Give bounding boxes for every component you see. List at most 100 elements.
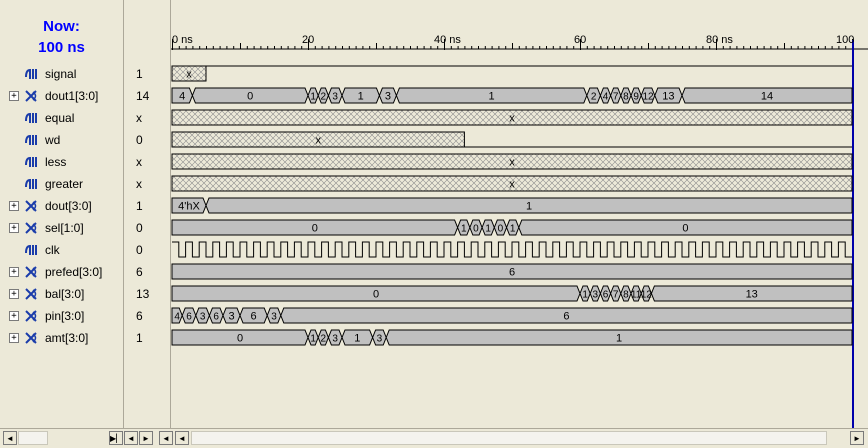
signal-name: pin[3:0]: [45, 309, 85, 323]
scroll-left-icon[interactable]: ◄: [124, 431, 138, 445]
signal-name: amt[3:0]: [45, 331, 89, 345]
scroll-right-icon[interactable]: ►: [850, 431, 864, 445]
expand-icon[interactable]: +: [9, 223, 19, 233]
waveform-dout1[interactable]: 4 0 1 2 3 1 3 1 2 4 7 8 9 12 13 14: [171, 87, 853, 104]
bus-segment-label: 2: [321, 92, 327, 103]
bus-segment-label: 3: [200, 312, 206, 323]
expand-icon[interactable]: +: [9, 289, 19, 299]
signal-row-wd[interactable]: wd: [0, 129, 123, 151]
bus-segment-label: 14: [761, 91, 773, 103]
signal-value-cell: x: [124, 151, 170, 173]
bus-segment-label: 6: [186, 312, 192, 323]
waveform-label: x: [509, 179, 515, 191]
bus-segment-label: 3: [228, 311, 234, 323]
waveform-bal[interactable]: 0 1 3 6 7 8 11 12 13: [171, 285, 853, 302]
signal-row-prefed[interactable]: + prefed[3:0]: [0, 261, 123, 283]
bus-signal-icon: [25, 90, 37, 102]
ruler-label: 0 ns: [172, 34, 193, 46]
expand-icon[interactable]: +: [9, 333, 19, 343]
waveform-sel[interactable]: 0101010: [171, 219, 853, 236]
bit-signal-icon: [25, 68, 37, 79]
signal-row-amt[interactable]: + amt[3:0]: [0, 327, 123, 349]
signal-names-pane: Now: 100 ns signal + dout1[3:0] equal wd less…: [0, 0, 124, 428]
bus-signal-icon: [25, 222, 37, 234]
signal-name: less: [45, 155, 67, 169]
bus-signal-icon: [25, 332, 37, 344]
bus-segment-label: 1: [526, 201, 532, 213]
bus-segment-label: 4: [179, 91, 185, 103]
signal-value-cell: 6: [124, 261, 170, 283]
signal-name: equal: [45, 111, 75, 125]
signal-row-greater[interactable]: greater: [0, 173, 123, 195]
signal-row-bal[interactable]: + bal[3:0]: [0, 283, 123, 305]
expand-icon[interactable]: +: [9, 267, 19, 277]
waveform-amt[interactable]: 0123131: [171, 329, 853, 346]
signal-row-dout1[interactable]: + dout1[3:0]: [0, 85, 123, 107]
signal-name: sel[1:0]: [45, 221, 84, 235]
waveform-less[interactable]: x: [171, 153, 853, 170]
expand-icon[interactable]: +: [9, 91, 19, 101]
bus-signal-icon: [25, 288, 37, 300]
signal-value-cell: 0: [124, 239, 170, 261]
names-scroll-thumb[interactable]: [18, 431, 48, 445]
signal-value-cell: 1: [124, 195, 170, 217]
bus-segment-label: 1: [485, 224, 491, 235]
signal-row-pin[interactable]: + pin[3:0]: [0, 305, 123, 327]
signal-name: wd: [45, 133, 61, 147]
clock-trace: [172, 241, 852, 258]
bus-segment-label: 6: [251, 311, 257, 323]
bus-segment-label: 4'hX: [178, 201, 200, 213]
signal-value-cell: 13: [124, 283, 170, 305]
bus-segment-label: 0: [373, 289, 379, 301]
waveform-pin[interactable]: 46363636: [171, 307, 853, 324]
bus-segment-label: 0: [237, 333, 243, 345]
bus-segment-label: 13: [662, 91, 674, 103]
waveform-equal[interactable]: x: [171, 109, 853, 126]
signal-row-sel[interactable]: + sel[1:0]: [0, 217, 123, 239]
waveform-label: x: [186, 69, 192, 81]
bus-segment-label: 1: [358, 91, 364, 103]
now-label: Now:: [43, 18, 80, 35]
waveform-scroll-track[interactable]: [191, 431, 827, 445]
signal-value-cell: 1: [124, 327, 170, 349]
bus-segment-label: 12: [642, 92, 654, 103]
scroll-end-left-icon[interactable]: ◄: [175, 431, 189, 445]
waveform-prefed[interactable]: 6: [171, 263, 853, 280]
signal-row-equal[interactable]: equal: [0, 107, 123, 129]
bus-segment-label: 8: [623, 92, 629, 103]
signal-value-cell: x: [124, 107, 170, 129]
waveform-scrollbar[interactable]: ◄ ◄ ►: [157, 428, 868, 448]
waveform-dout[interactable]: 4'hX 1: [171, 197, 853, 214]
waveform-clk[interactable]: [172, 241, 852, 258]
signal-value-cell: 0: [124, 217, 170, 239]
bus-segment-label: 0: [247, 91, 253, 103]
ruler-label: 60: [574, 34, 587, 46]
bus-segment-label: 7: [613, 290, 619, 301]
signal-value: x: [136, 155, 142, 169]
signal-value: 0: [136, 243, 143, 257]
bus-signal-icon: [25, 266, 37, 278]
signal-value: 6: [136, 265, 143, 279]
signal-row-signal[interactable]: signal: [0, 63, 123, 85]
signal-row-dout[interactable]: + dout[3:0]: [0, 195, 123, 217]
bus-segment-label: 4: [174, 312, 180, 323]
waveform-label: x: [509, 157, 515, 169]
bus-segment-label: 1: [310, 92, 316, 103]
signal-value-cell: 1: [124, 63, 170, 85]
bus-segment-label: 1: [510, 224, 516, 235]
scroll-right-icon[interactable]: ►: [139, 431, 153, 445]
scroll-left-icon[interactable]: ◄: [3, 431, 17, 445]
bus-segment-label: 6: [213, 312, 219, 323]
ruler-label: 20: [302, 34, 315, 46]
scroll-left-icon[interactable]: ◄: [159, 431, 173, 445]
waveform-greater[interactable]: x: [171, 175, 853, 192]
waveform-pane[interactable]: x 4 0 1 2 3 1 3 1 2 4 7 8 9 12 13 14 x x x x 4'hX 1 0 1 0 1 0 1 0 6 0 1 3…: [171, 0, 868, 428]
signal-name: bal[3:0]: [45, 287, 85, 301]
bus-segment-label: 1: [489, 91, 495, 103]
expand-icon[interactable]: +: [9, 311, 19, 321]
scroll-end-left-icon[interactable]: ▶▏: [109, 431, 123, 445]
waveform-canvas[interactable]: x4 0 1 2 3 1 3 1 2 4 7 8 9 12 13 14xxxx4'hX 10 1 0 1 0 1 060 1 3…: [171, 0, 868, 428]
expand-icon[interactable]: +: [9, 201, 19, 211]
signal-row-clk[interactable]: clk: [0, 239, 123, 261]
signal-row-less[interactable]: less: [0, 151, 123, 173]
